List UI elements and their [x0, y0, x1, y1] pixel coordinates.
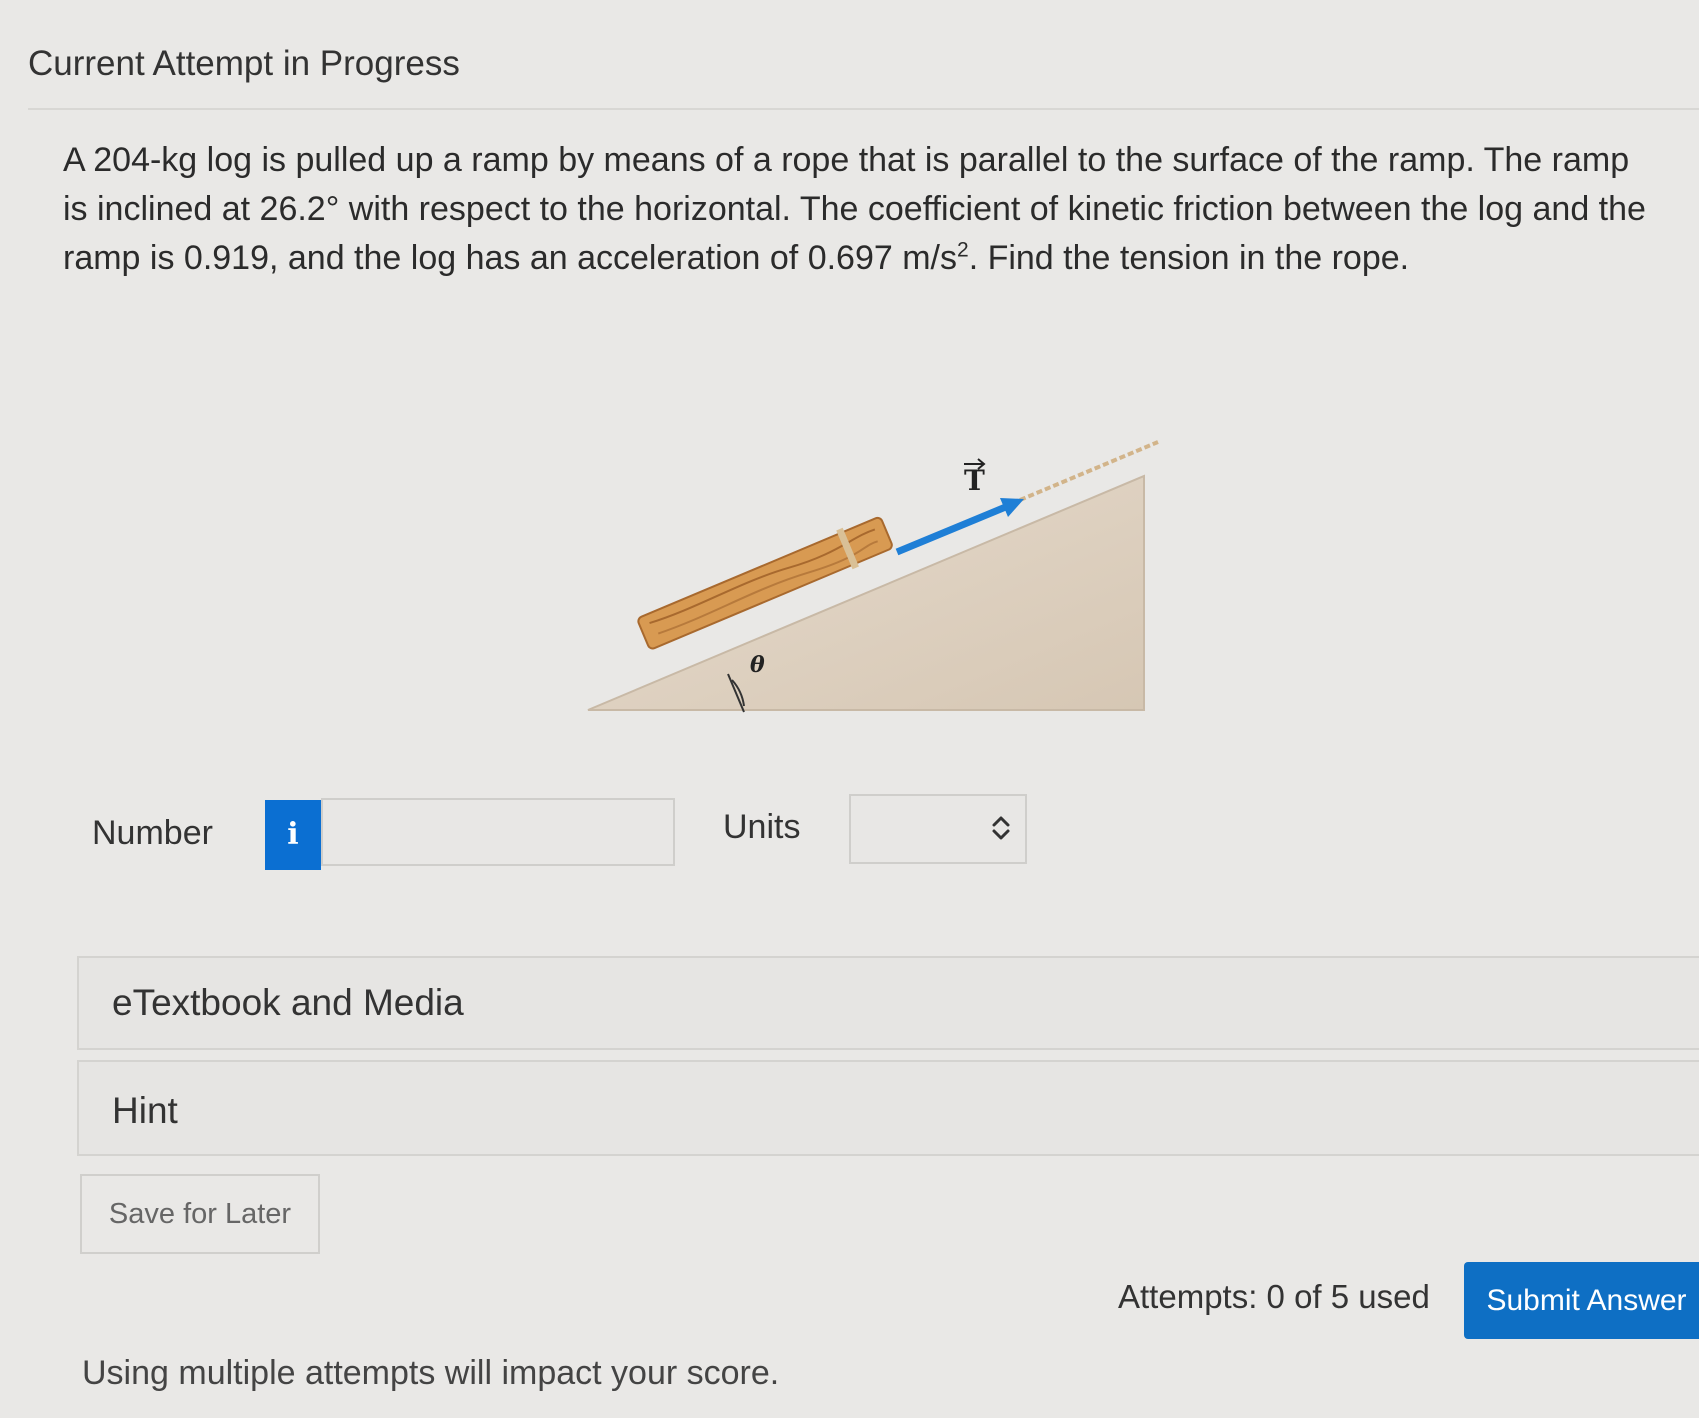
title-divider [28, 108, 1699, 110]
etextbook-media-panel[interactable]: eTextbook and Media [77, 956, 1699, 1050]
ramp-shape [587, 474, 1145, 711]
hint-panel[interactable]: Hint [77, 1060, 1699, 1156]
submit-answer-button[interactable]: Submit Answer [1464, 1262, 1699, 1339]
problem-text-end: . Find the tension in the rope. [968, 239, 1410, 277]
hint-label: Hint [112, 1090, 178, 1131]
info-icon[interactable]: i [265, 800, 321, 870]
attempts-counter: Attempts: 0 of 5 used [1118, 1278, 1430, 1315]
ramp-figure: θ T [580, 430, 1180, 725]
units-label: Units [723, 808, 801, 846]
units-select[interactable] [849, 794, 1027, 864]
angle-label: θ [750, 652, 765, 678]
number-label: Number [92, 814, 213, 852]
ramp-diagram: θ T [587, 440, 1159, 713]
score-warning: Using multiple attempts will impact your… [82, 1354, 780, 1392]
save-for-later-button[interactable]: Save for Later [80, 1174, 320, 1254]
page-title: Current Attempt in Progress [28, 44, 460, 83]
problem-text-exponent: 2 [957, 238, 969, 262]
tension-label: T [964, 464, 985, 497]
etextbook-media-label: eTextbook and Media [112, 982, 464, 1023]
problem-statement: A 204-kg log is pulled up a ramp by mean… [63, 136, 1653, 283]
updown-chevron-icon [992, 816, 1010, 840]
number-input[interactable] [321, 798, 675, 866]
